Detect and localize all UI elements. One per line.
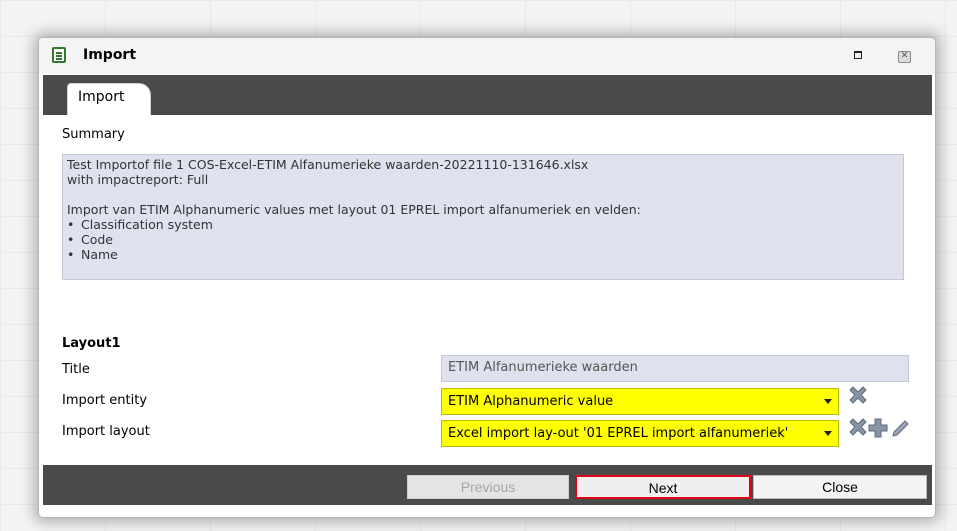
close-button[interactable]: Close: [753, 475, 927, 499]
tab-bar: Import: [43, 75, 932, 115]
summary-field-list: Classification system Code Name: [67, 217, 899, 262]
next-button[interactable]: Next: [575, 475, 751, 499]
import-dialog: Import ✕ Import Summary Test Importof fi…: [38, 37, 936, 518]
list-item: Name: [67, 247, 899, 262]
summary-label: Summary: [62, 127, 125, 142]
chevron-down-icon: [824, 431, 832, 436]
document-icon: [52, 47, 66, 63]
summary-line: Import van ETIM Alphanumeric values met …: [67, 202, 641, 217]
dialog-content: Summary Test Importof file 1 COS-Excel-E…: [43, 115, 932, 465]
title-field[interactable]: ETIM Alfanumerieke waarden: [441, 355, 909, 382]
delete-icon[interactable]: [847, 385, 869, 407]
import-layout-label: Import layout: [62, 424, 150, 439]
dialog-footer: Previous Next Close: [43, 465, 932, 505]
tab-import[interactable]: Import: [67, 83, 151, 115]
layout-heading: Layout1: [62, 336, 121, 351]
list-item: Classification system: [67, 217, 899, 232]
summary-text: Test Importof file 1 COS-Excel-ETIM Alfa…: [62, 154, 904, 280]
chevron-down-icon: [824, 399, 832, 404]
summary-spacer: [67, 187, 899, 202]
import-entity-select[interactable]: ETIM Alphanumeric value: [441, 388, 839, 415]
maximize-icon[interactable]: [854, 51, 862, 59]
previous-button[interactable]: Previous: [407, 475, 569, 499]
list-item: Code: [67, 232, 899, 247]
delete-icon[interactable]: [847, 417, 869, 439]
close-icon[interactable]: ✕: [898, 51, 911, 63]
import-layout-select[interactable]: Excel import lay-out '01 EPREL import al…: [441, 420, 839, 447]
import-entity-label: Import entity: [62, 393, 148, 408]
dialog-titlebar[interactable]: Import ✕: [39, 38, 935, 74]
add-icon[interactable]: [867, 417, 889, 439]
dialog-title: Import: [83, 47, 137, 63]
summary-line: Test Importof file 1 COS-Excel-ETIM Alfa…: [67, 157, 589, 172]
summary-line: with impactreport: Full: [67, 172, 209, 187]
import-entity-value: ETIM Alphanumeric value: [448, 394, 614, 409]
edit-icon[interactable]: [889, 417, 911, 439]
import-layout-value: Excel import lay-out '01 EPREL import al…: [448, 426, 789, 441]
title-label: Title: [62, 362, 90, 377]
